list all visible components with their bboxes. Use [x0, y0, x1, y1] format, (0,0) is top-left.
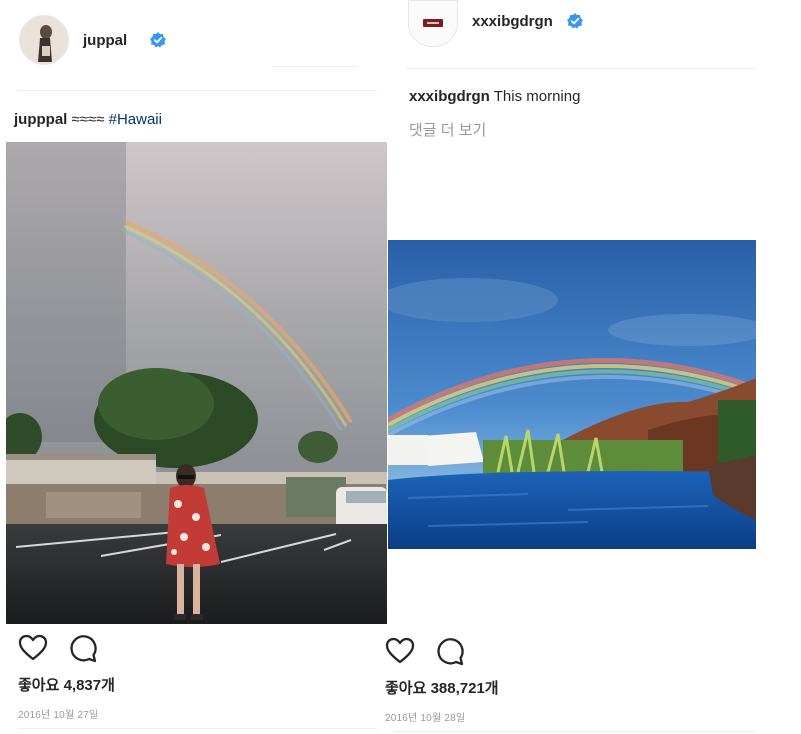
post-caption: jupppal ≈≈≈≈ #Hawaii	[14, 111, 162, 128]
post-photo[interactable]	[6, 142, 387, 624]
view-more-comments-link[interactable]: 댓글 더 보기	[409, 119, 486, 140]
caption-text: This morning	[489, 88, 581, 105]
post-username[interactable]: xxxibgdrgn	[472, 13, 553, 30]
footer-divider	[393, 731, 756, 732]
post-date: 2016년 10월 28일	[385, 713, 466, 724]
caption-wave-emoji: ≈≈≈≈	[71, 111, 105, 128]
post-date: 2016년 10월 27일	[18, 710, 99, 721]
heart-icon[interactable]	[385, 636, 415, 666]
likes-count[interactable]: 좋아요 388,721개	[385, 677, 499, 698]
likes-count[interactable]: 좋아요 4,837개	[18, 674, 115, 695]
header-divider	[406, 68, 756, 69]
caption-divider	[17, 90, 377, 91]
avatar-photo	[409, 1, 457, 46]
avatar[interactable]	[19, 15, 69, 65]
verified-badge-icon	[567, 13, 583, 29]
post-photo[interactable]	[388, 240, 756, 549]
verified-badge-icon	[150, 32, 166, 48]
footer-divider	[17, 728, 377, 729]
post-username[interactable]: juppal	[83, 32, 127, 49]
avatar-photo	[20, 16, 68, 64]
avatar[interactable]	[408, 0, 458, 47]
comment-bubble-icon[interactable]	[435, 636, 465, 666]
caption-username[interactable]: jupppal	[14, 111, 67, 128]
comment-bubble-icon[interactable]	[68, 633, 98, 663]
heart-icon[interactable]	[18, 633, 48, 663]
header-divider	[272, 66, 358, 67]
post-caption: xxxibgdrgn This morning	[409, 88, 580, 105]
hashtag-link[interactable]: #Hawaii	[109, 111, 162, 128]
caption-username[interactable]: xxxibgdrgn	[409, 88, 490, 105]
